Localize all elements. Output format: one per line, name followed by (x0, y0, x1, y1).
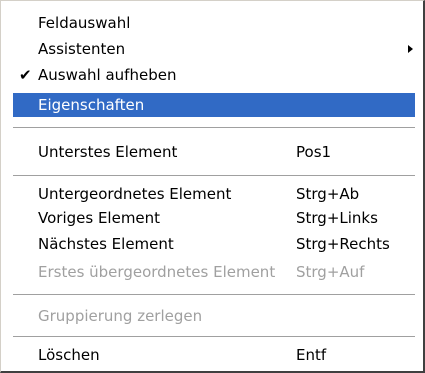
menu-item-label: Auswahl aufheben (38, 66, 177, 84)
menu-item-label: Löschen (38, 346, 100, 364)
menu-item-untergeordnetes-element[interactable]: Untergeordnetes Element Strg+Ab (13, 182, 415, 206)
menu-item-assistenten[interactable]: Assistenten (13, 37, 415, 61)
menu-item-label: Assistenten (38, 40, 126, 58)
menu-item-shortcut: Strg+Rechts (296, 235, 390, 253)
menu-item-eigenschaften[interactable]: Eigenschaften (13, 93, 415, 117)
menu-separator (13, 175, 415, 179)
menu-separator (13, 294, 415, 298)
menu-item-label: Untergeordnetes Element (38, 185, 232, 203)
menu-item-naechstes-element[interactable]: Nächstes Element Strg+Rechts (13, 232, 415, 256)
menu-item-label: Erstes übergeordnetes Element (38, 263, 276, 281)
menu-item-shortcut: Strg+Links (296, 209, 378, 227)
menu-item-label: Nächstes Element (38, 235, 174, 253)
menu-item-shortcut: Strg+Auf (296, 263, 365, 281)
menu-item-shortcut: Pos1 (296, 143, 332, 161)
menu-item-erstes-uebergeordnetes-element: Erstes übergeordnetes Element Strg+Auf (13, 260, 415, 284)
menu-item-label: Gruppierung zerlegen (38, 307, 203, 325)
menu-item-voriges-element[interactable]: Voriges Element Strg+Links (13, 206, 415, 230)
menu-item-shortcut: Entf (296, 346, 327, 364)
menu-item-unterstes-element[interactable]: Unterstes Element Pos1 (13, 140, 415, 164)
menu-item-auswahl-aufheben[interactable]: ✔ Auswahl aufheben (13, 63, 415, 87)
submenu-arrow-icon (408, 45, 413, 53)
menu-item-label: Eigenschaften (38, 96, 145, 114)
checkmark-icon: ✔ (19, 66, 32, 84)
menu-item-label: Feldauswahl (38, 14, 131, 32)
menu-separator (13, 127, 415, 131)
menu-item-gruppierung-zerlegen: Gruppierung zerlegen (13, 304, 415, 328)
menu-item-label: Unterstes Element (38, 143, 178, 161)
menu-item-label: Voriges Element (38, 209, 161, 227)
menu-item-feldauswahl[interactable]: Feldauswahl (13, 11, 415, 35)
context-menu: Feldauswahl Assistenten ✔ Auswahl aufheb… (0, 0, 425, 373)
menu-item-shortcut: Strg+Ab (296, 185, 360, 203)
menu-separator (13, 336, 415, 340)
menu-item-loeschen[interactable]: Löschen Entf (13, 343, 415, 367)
